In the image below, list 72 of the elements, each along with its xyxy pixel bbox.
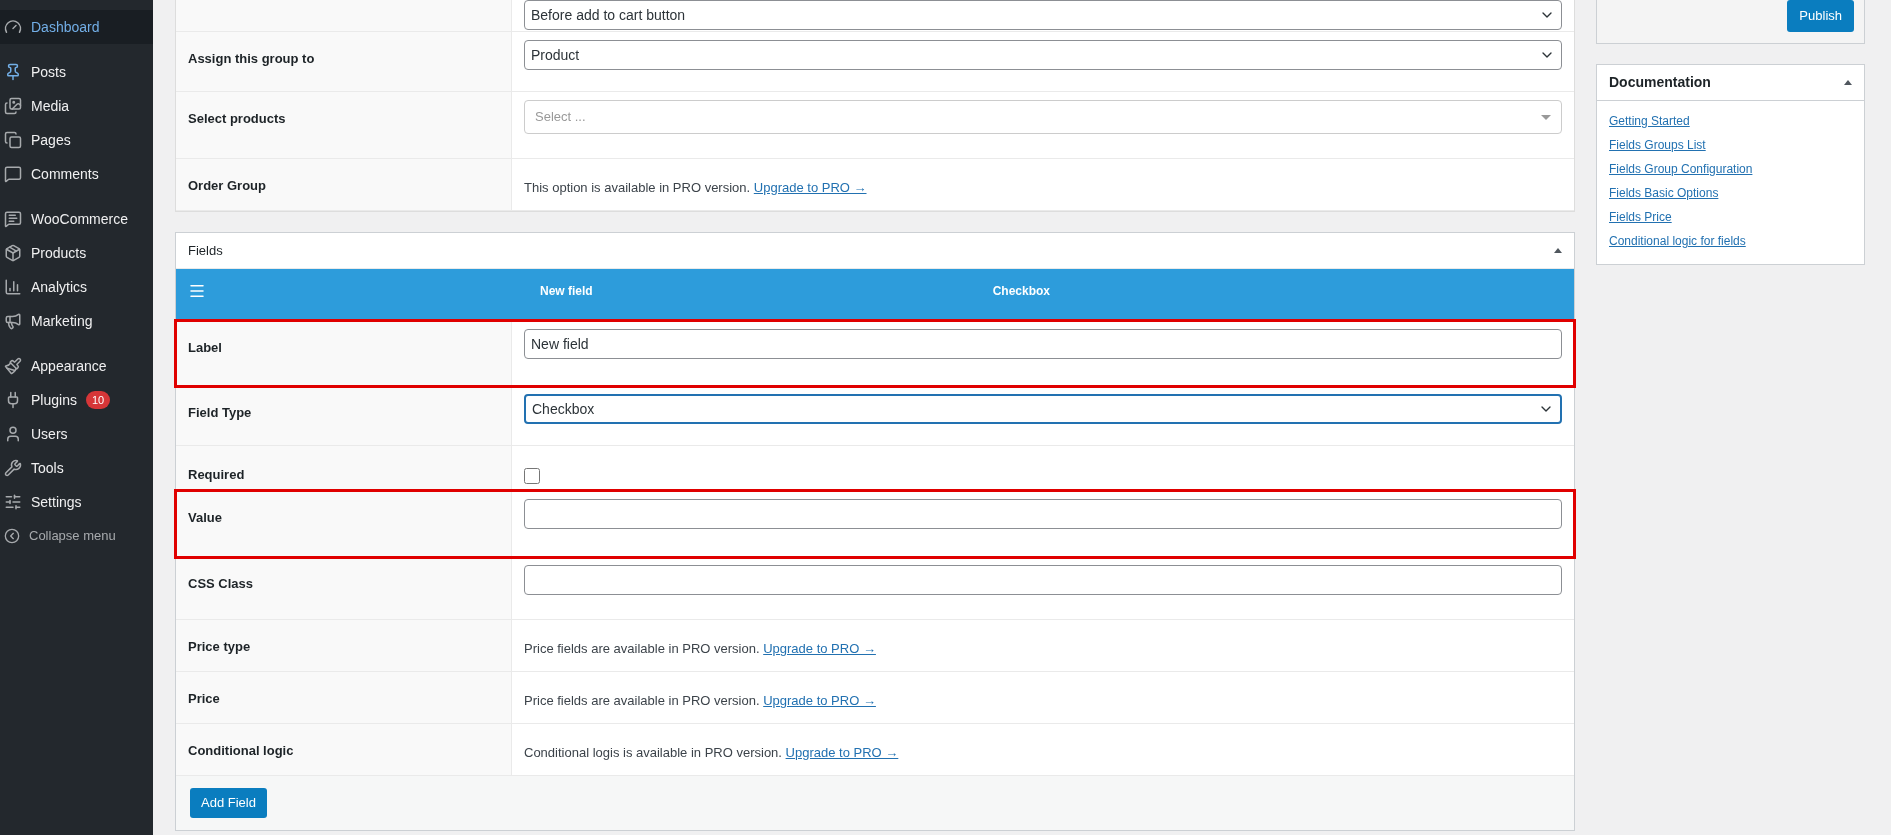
panel-title: Fields [188,241,223,260]
collapse-arrow-icon [1554,248,1562,253]
select-field[interactable]: Product [524,40,1562,70]
caret-icon [1541,114,1551,120]
sidebar-item[interactable]: Appearance [0,349,153,383]
documentation-link[interactable]: Getting Started [1609,112,1690,130]
row-label: Field Type [188,405,252,420]
pro-notice: Price fields are available in PRO version. Upgrade to PRO → [524,693,876,708]
sidebar-item[interactable]: Media [0,89,153,123]
pro-notice: This option is available in PRO version. Upgrade to PRO → [524,180,867,195]
count-badge: 10 [85,391,111,409]
sidebar-item[interactable]: Dashboard [0,10,153,44]
field-type: Checkbox [992,283,1051,300]
pages-icon [4,131,22,149]
upgrade-link[interactable]: Upgrade to PRO → [753,180,867,195]
documentation-link[interactable]: Fields Group Configuration [1609,160,1753,178]
select-field[interactable]: Checkbox [524,394,1562,424]
sidebar-item[interactable]: Pages [0,123,153,157]
collapse-menu-button[interactable]: Collapse menu [0,519,153,553]
pro-notice: Price fields are available in PRO version. Upgrade to PRO → [524,641,876,656]
images-icon [4,97,22,115]
sidebar-item[interactable]: Marketing [0,304,153,338]
store-bubble-icon [4,210,22,228]
bar-chart-icon [4,278,22,296]
speech-bubble-icon [4,165,22,183]
upgrade-link[interactable]: Upgrade to PRO → [763,693,876,708]
sidebar-item[interactable]: Settings [0,485,153,519]
row-label: Required [188,467,245,482]
collapse-arrow-icon [1844,80,1852,85]
text-input[interactable] [524,565,1562,595]
row-label: Price type [188,639,251,654]
add-field-button[interactable]: Add Field [190,788,267,818]
sliders-icon [4,493,22,511]
sidebar-item[interactable]: WooCommerce [0,202,153,236]
row-label: CSS Class [188,576,254,591]
gauge-icon [4,18,22,36]
field-name: New field [540,283,593,300]
documentation-link[interactable]: Fields Groups List [1609,136,1706,154]
paintbrush-icon [4,357,22,375]
row-label: Label [188,340,222,355]
publish-button[interactable]: Publish [1787,0,1854,32]
row-label: Conditional logic [188,743,294,758]
documentation-link[interactable]: Fields Basic Options [1609,184,1719,202]
menu-icon[interactable] [188,282,206,300]
upgrade-link[interactable]: Upgrade to PRO → [785,745,899,760]
text-input[interactable]: New field [524,329,1562,359]
collapse-icon [4,528,20,544]
sidebar-item[interactable]: Products [0,236,153,270]
select-field[interactable]: Before add to cart button [524,0,1562,30]
upgrade-link[interactable]: Upgrade to PRO → [763,641,876,656]
text-input[interactable] [524,499,1562,529]
row-label: Select products [188,111,286,126]
documentation-link[interactable]: Fields Price [1609,208,1672,226]
sidebar-item[interactable]: Comments [0,157,153,191]
panel-title: Documentation [1609,73,1711,92]
box-icon [4,244,22,262]
sidebar-item[interactable]: Plugins 10 [0,383,153,417]
row-label: Price [188,691,220,706]
sidebar-item[interactable]: Tools [0,451,153,485]
megaphone-icon [4,312,22,330]
documentation-link[interactable]: Conditional logic for fields [1609,232,1746,250]
pin-icon [4,63,22,81]
checkbox[interactable] [524,468,540,484]
sidebar-item[interactable]: Users [0,417,153,451]
wrench-icon [4,459,22,477]
pro-notice: Conditional logis is available in PRO version. Upgrade to PRO → [524,745,899,760]
row-label: Assign this group to [188,51,315,66]
row-label: Value [188,510,222,525]
sidebar-item[interactable]: Analytics [0,270,153,304]
sidebar-item[interactable]: Posts [0,55,153,89]
row-label: Order Group [188,178,266,193]
user-icon [4,425,22,443]
